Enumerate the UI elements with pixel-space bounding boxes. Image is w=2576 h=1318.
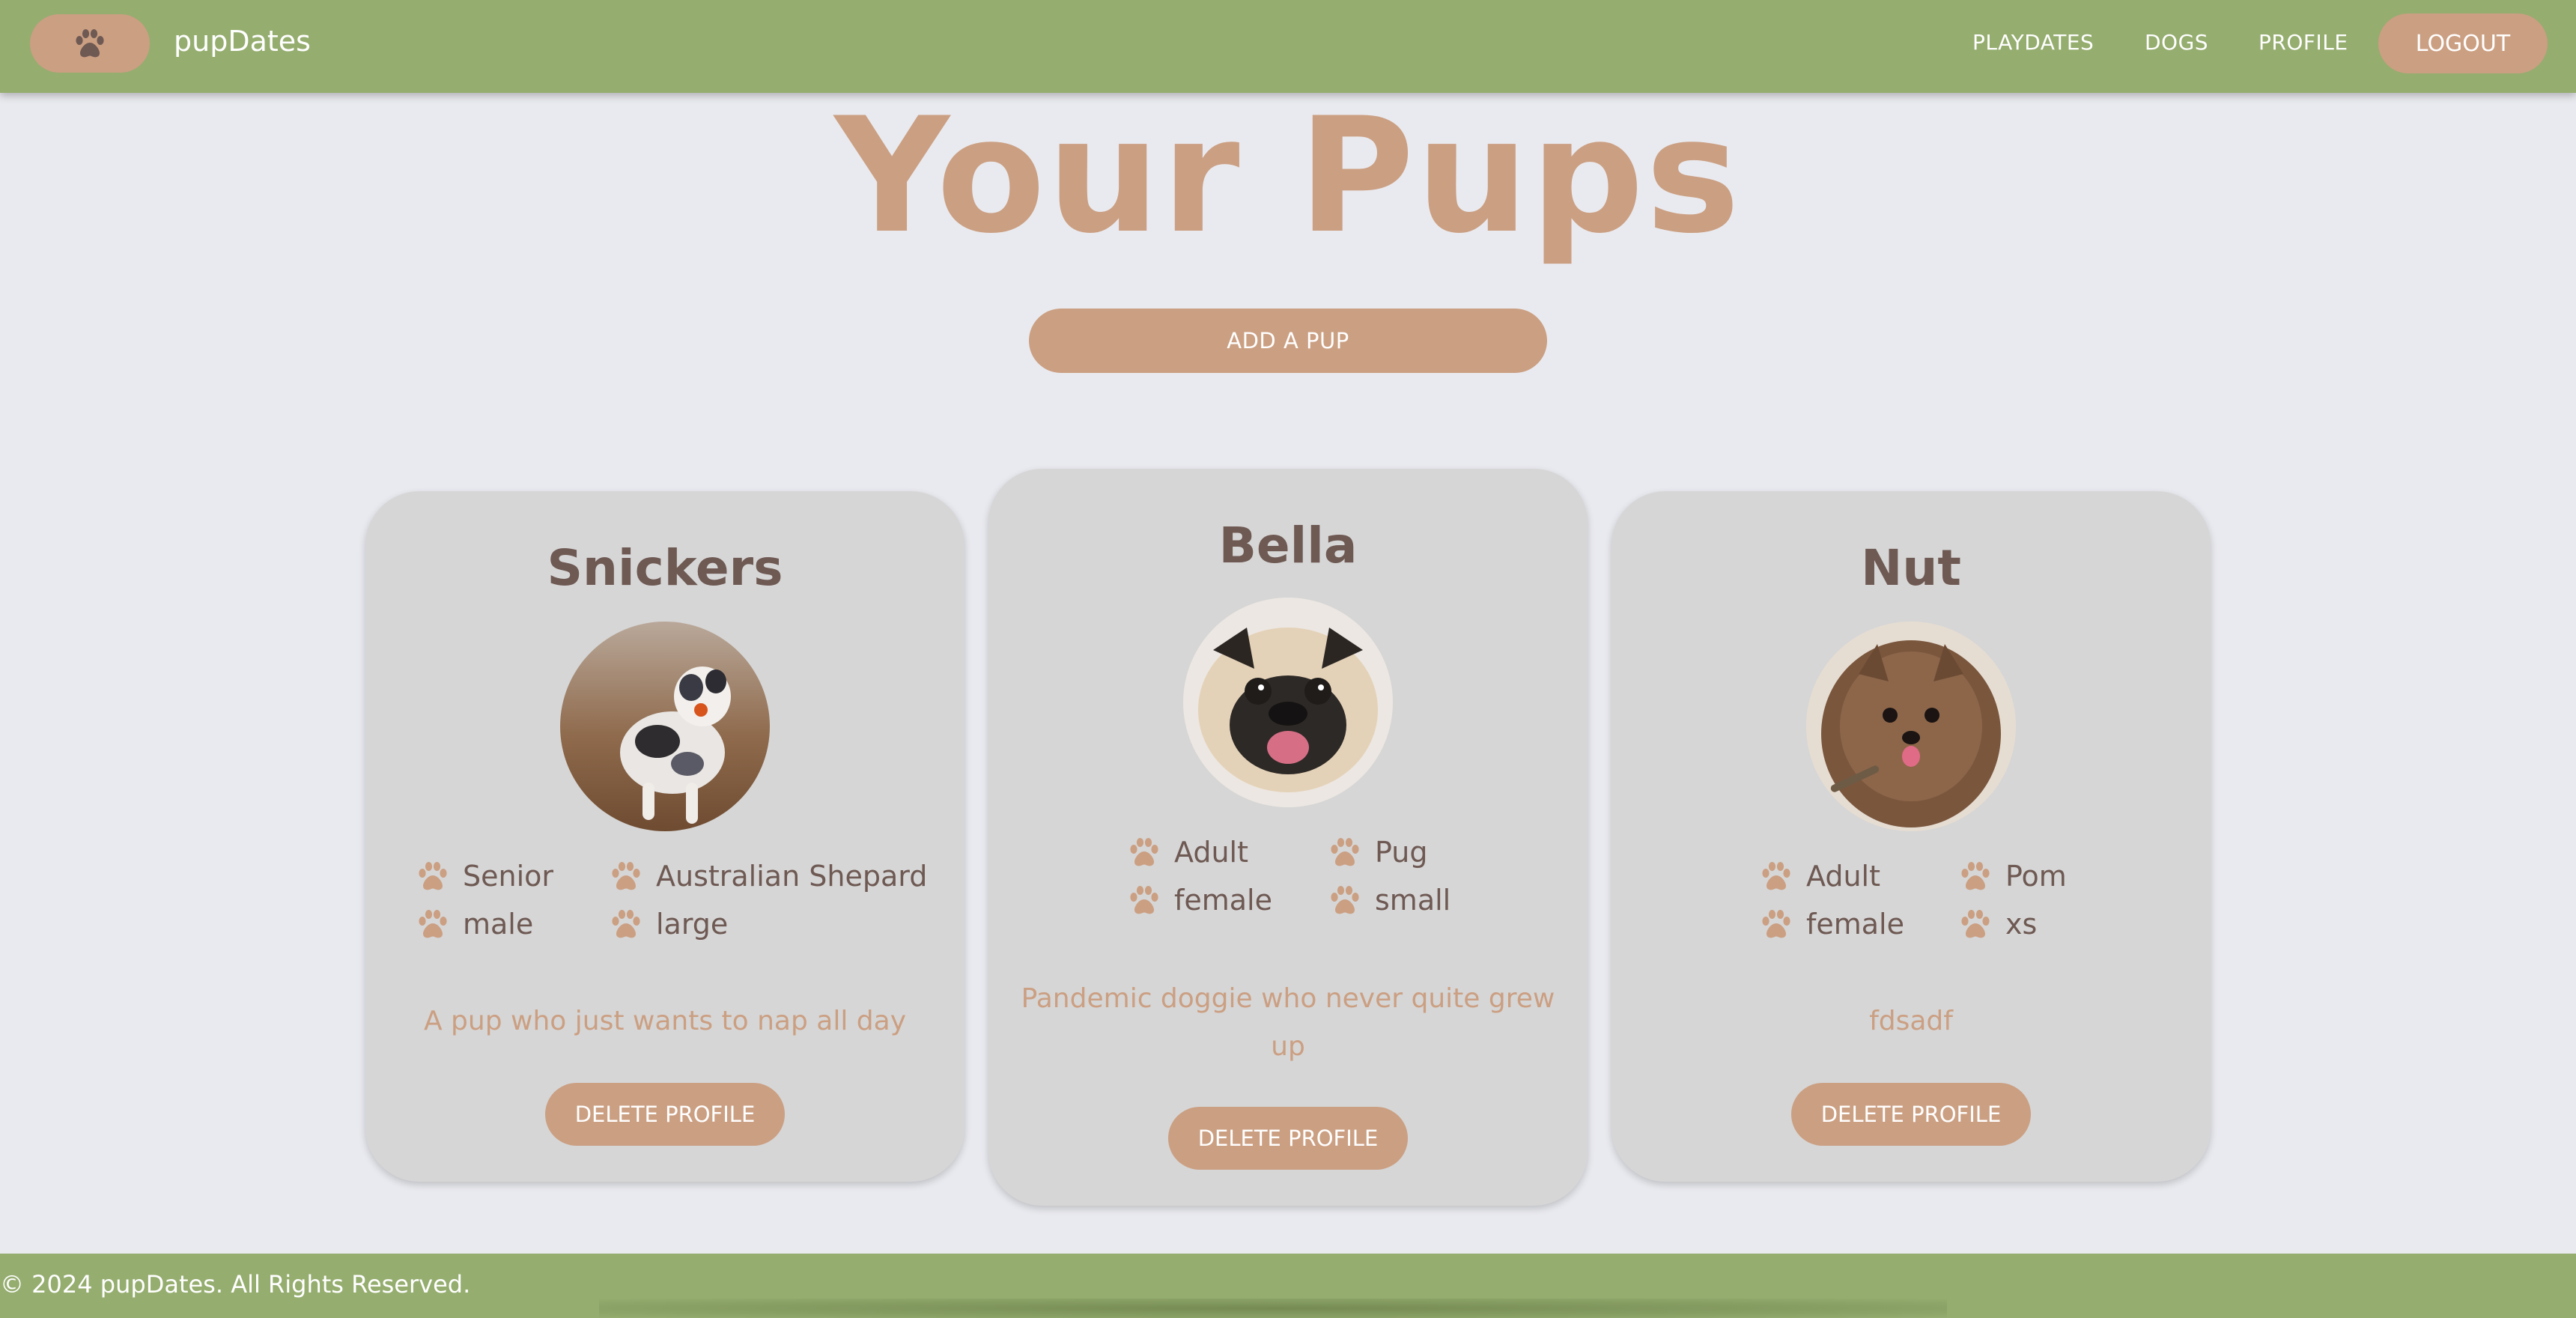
- top-navbar: pupDates PLAYDATES DOGS PROFILE LOGOUT: [0, 0, 2576, 93]
- paw-icon: [416, 909, 449, 939]
- pup-card-bella: Bella Adult Pug female small Pandemic do…: [988, 469, 1588, 1206]
- attr-size: small: [1328, 884, 1450, 917]
- attr-sex: male: [416, 908, 533, 941]
- paw-icon: [610, 861, 643, 891]
- pup-name: Bella: [1218, 517, 1358, 574]
- footer: © 2024 pupDates. All Rights Reserved.: [0, 1254, 2576, 1318]
- pup-description: Pandemic doggie who never quite grew up: [1021, 983, 1555, 1062]
- attr-size: xs: [1959, 908, 2037, 941]
- attr-size: large: [610, 908, 728, 941]
- australian-shepherd-photo: [560, 622, 770, 831]
- footer-copyright: © 2024 pupDates. All Rights Reserved.: [0, 1270, 471, 1299]
- page-title: Your Pups: [834, 83, 1742, 268]
- attr-age: Adult: [1760, 860, 1880, 893]
- attr-sex: female: [1760, 908, 1904, 941]
- paw-icon: [1328, 885, 1361, 915]
- brand-name[interactable]: pupDates: [174, 25, 311, 58]
- attr-breed: Pug: [1328, 836, 1427, 869]
- pup-name: Snickers: [547, 539, 783, 597]
- pup-description: fdsadf: [1869, 1006, 1953, 1036]
- pomeranian-photo: [1806, 622, 2016, 831]
- paw-icon: [1760, 909, 1793, 939]
- attr-sex: female: [1128, 884, 1272, 917]
- attr-breed: Pom: [1959, 860, 2067, 893]
- attr-age: Adult: [1128, 836, 1248, 869]
- home-logo-button[interactable]: [30, 14, 150, 73]
- footer-shadow: [599, 1299, 1947, 1318]
- pug-photo: [1183, 598, 1393, 807]
- paw-icon: [1328, 837, 1361, 867]
- pup-card-nut: Nut Adult Pom female xs fdsadf DELETE PR…: [1611, 491, 2211, 1182]
- paw-icon: [610, 909, 643, 939]
- logout-button[interactable]: LOGOUT: [2378, 13, 2548, 73]
- paw-icon: [1760, 861, 1793, 891]
- attr-age: Senior: [416, 860, 553, 893]
- nav-link-profile[interactable]: PROFILE: [2258, 30, 2348, 55]
- pup-card-snickers: Snickers Senior Australian Shepard male …: [365, 491, 965, 1182]
- nav-link-playdates[interactable]: PLAYDATES: [1972, 30, 2094, 55]
- pup-name: Nut: [1861, 539, 1961, 597]
- delete-profile-button[interactable]: DELETE PROFILE: [1168, 1107, 1408, 1170]
- pup-description: A pup who just wants to nap all day: [423, 1006, 906, 1036]
- nav-link-dogs[interactable]: DOGS: [2145, 30, 2208, 55]
- paw-icon: [1959, 909, 1992, 939]
- paw-icon: [1128, 885, 1161, 915]
- paw-icon: [73, 28, 106, 58]
- paw-icon: [1959, 861, 1992, 891]
- attr-breed: Australian Shepard: [610, 860, 927, 893]
- paw-icon: [416, 861, 449, 891]
- add-pup-button[interactable]: ADD A PUP: [1029, 309, 1547, 373]
- paw-icon: [1128, 837, 1161, 867]
- delete-profile-button[interactable]: DELETE PROFILE: [1791, 1083, 2031, 1146]
- delete-profile-button[interactable]: DELETE PROFILE: [545, 1083, 785, 1146]
